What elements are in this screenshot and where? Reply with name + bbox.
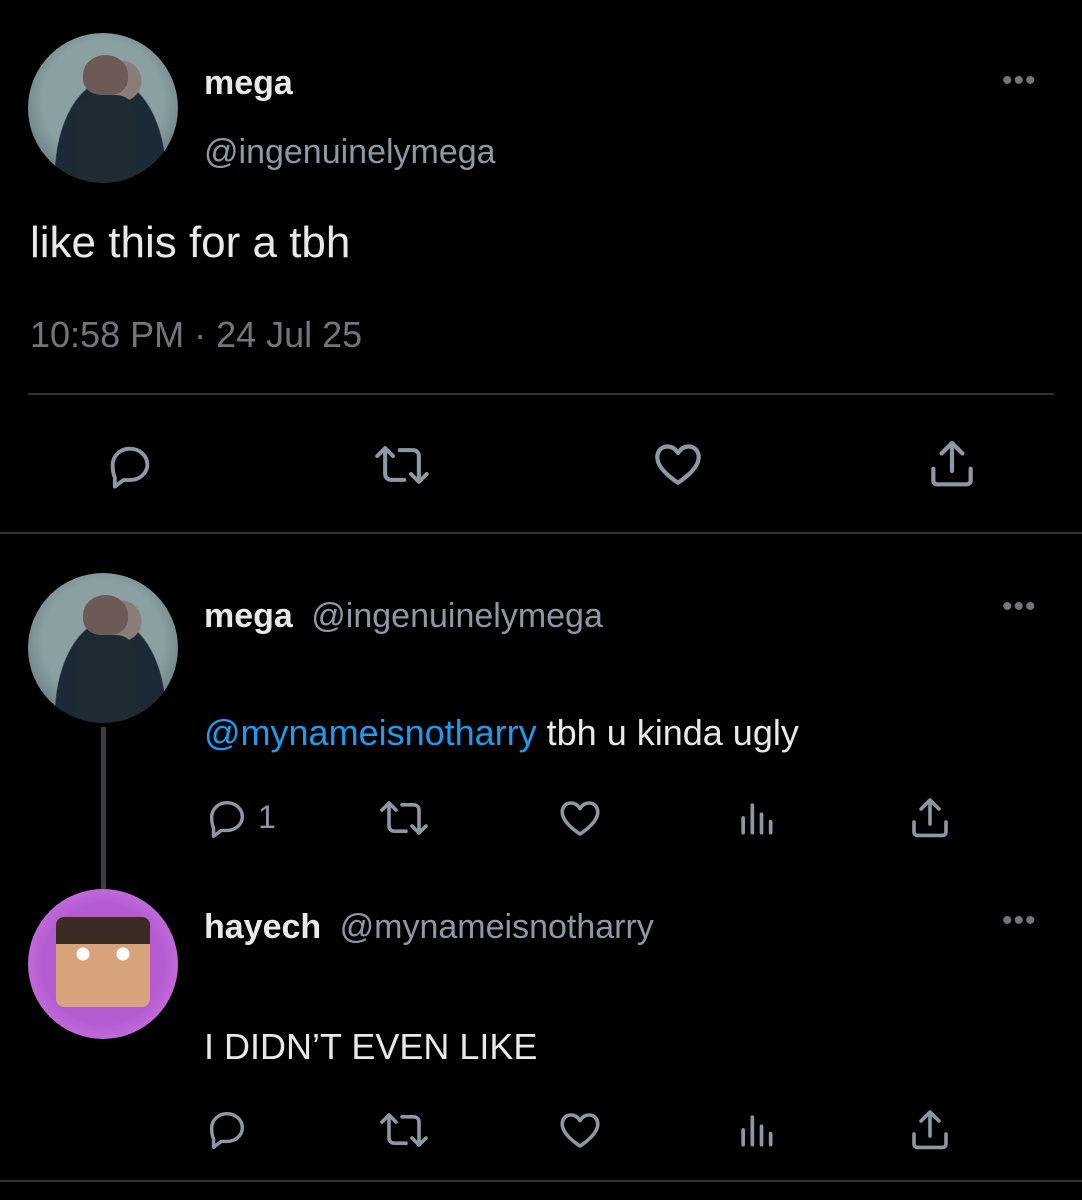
- avatar[interactable]: [28, 573, 178, 723]
- author-name[interactable]: mega: [204, 597, 293, 635]
- reply-header: hayech @mynameisnotharry: [204, 908, 654, 947]
- retweet-icon[interactable]: [376, 1106, 432, 1154]
- author-handle[interactable]: @ingenuinelymega: [204, 133, 496, 172]
- views-icon[interactable]: [734, 1108, 778, 1152]
- retweet-icon[interactable]: [376, 794, 432, 842]
- divider: [28, 393, 1054, 395]
- more-icon[interactable]: •••: [1002, 64, 1037, 98]
- reply-text: I DIDN’T EVEN LIKE: [204, 1026, 538, 1067]
- reply-count: 1: [258, 799, 276, 835]
- like-icon[interactable]: [650, 436, 706, 492]
- share-icon[interactable]: [906, 1106, 954, 1154]
- avatar[interactable]: [28, 889, 178, 1039]
- reply-text: @mynameisnotharry tbh u kinda ugly: [204, 712, 799, 754]
- tweet-timestamp[interactable]: 10:58 PM · 24 Jul 25: [30, 314, 362, 356]
- author-name[interactable]: mega: [204, 64, 293, 103]
- views-icon[interactable]: [734, 796, 778, 840]
- divider: [0, 532, 1082, 534]
- share-icon[interactable]: [924, 436, 980, 492]
- reply-body: tbh u kinda ugly: [536, 712, 799, 753]
- reply-header: mega @ingenuinelymega: [204, 597, 603, 636]
- like-icon[interactable]: [556, 794, 604, 842]
- more-icon[interactable]: •••: [1002, 590, 1037, 624]
- avatar[interactable]: [28, 33, 178, 183]
- divider: [0, 1180, 1082, 1182]
- author-handle[interactable]: @mynameisnotharry: [340, 908, 654, 946]
- retweet-icon[interactable]: [370, 438, 434, 492]
- more-icon[interactable]: •••: [1002, 904, 1037, 938]
- author-handle[interactable]: @ingenuinelymega: [311, 597, 603, 635]
- like-icon[interactable]: [556, 1106, 604, 1154]
- reply-icon[interactable]: [104, 440, 156, 492]
- reply-icon[interactable]: [204, 795, 250, 841]
- author-name[interactable]: hayech: [204, 908, 321, 946]
- thread-line: [101, 727, 106, 889]
- mention-link[interactable]: @mynameisnotharry: [204, 712, 537, 753]
- share-icon[interactable]: [906, 794, 954, 842]
- reply-icon[interactable]: [204, 1106, 250, 1152]
- tweet-text: like this for a tbh: [30, 218, 351, 267]
